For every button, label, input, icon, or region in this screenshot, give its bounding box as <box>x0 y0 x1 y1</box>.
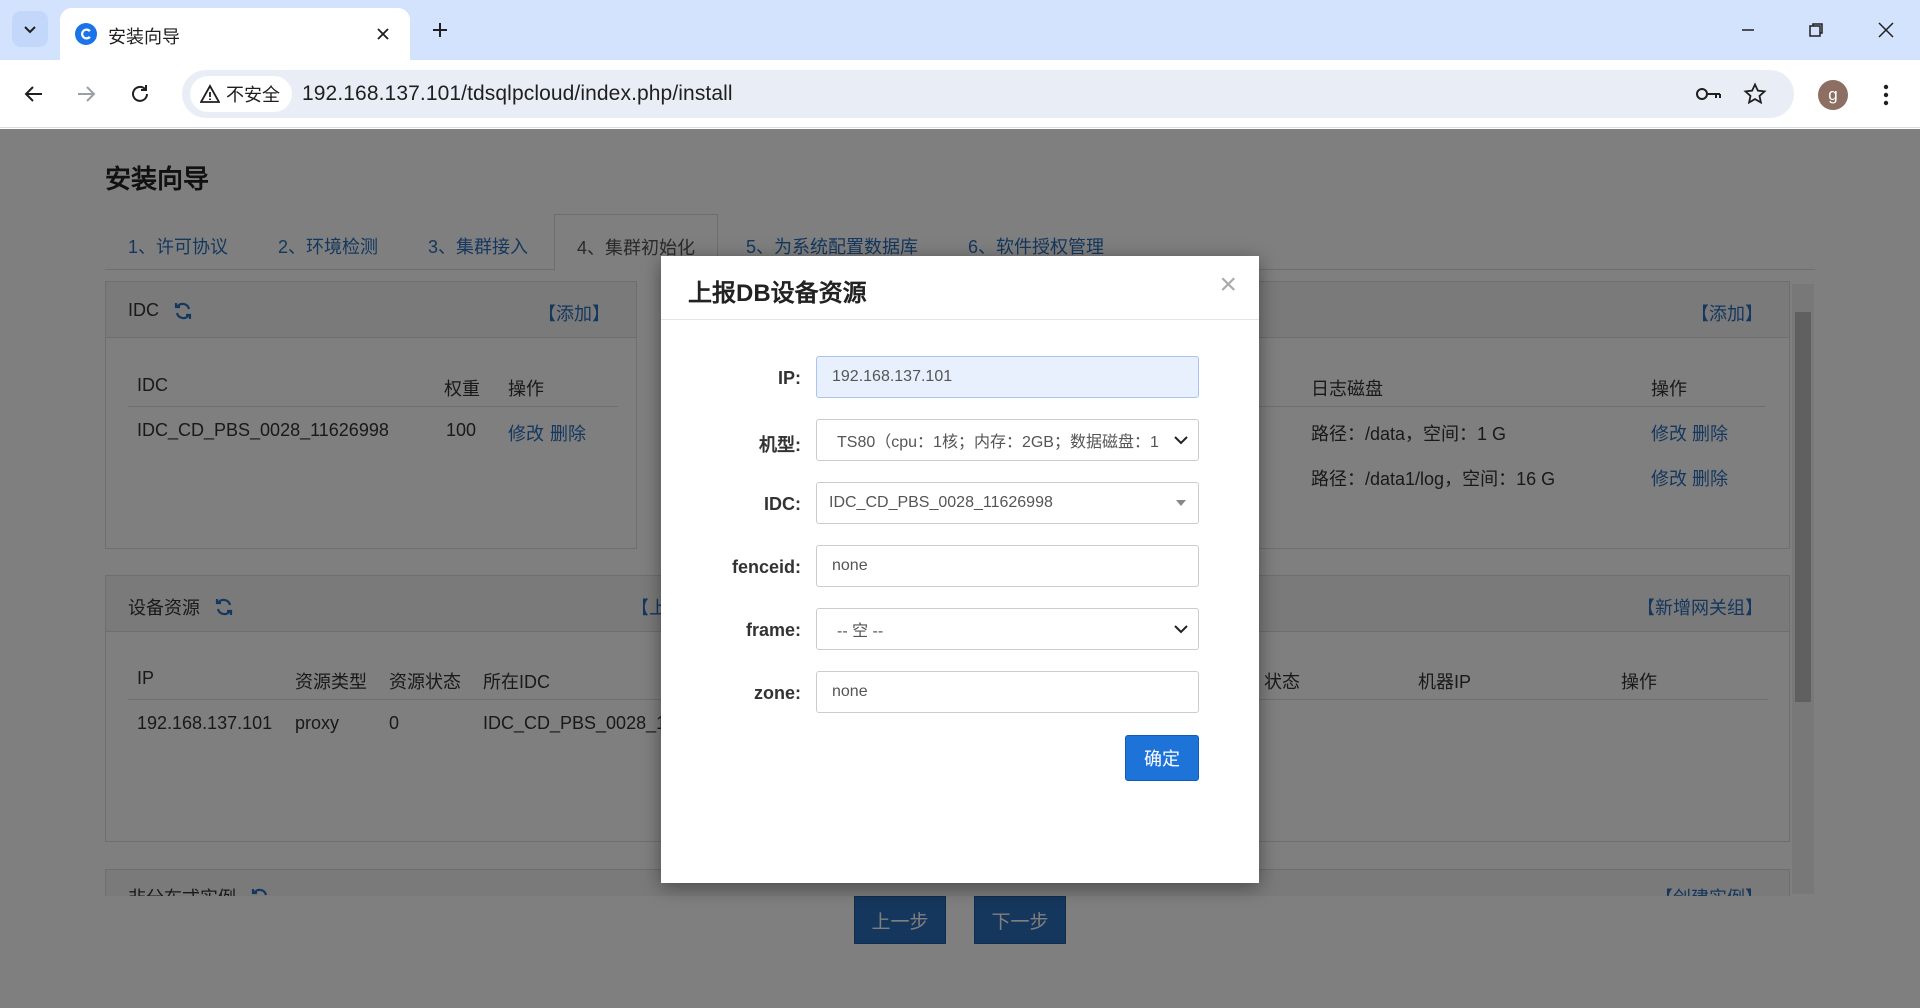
star-icon <box>1743 82 1767 105</box>
password-key-button[interactable] <box>1692 78 1726 110</box>
profile-avatar[interactable]: g <box>1818 80 1848 110</box>
frame-select-value: -- 空 -- <box>837 623 884 640</box>
key-icon <box>1696 88 1721 100</box>
browser-tabstrip: 安装向导 <box>0 0 1920 60</box>
zone-input[interactable]: none <box>816 671 1199 713</box>
fenceid-input-value: none <box>832 557 868 574</box>
frame-select[interactable]: -- 空 -- <box>816 608 1199 650</box>
reload-button[interactable] <box>120 74 160 114</box>
close-icon <box>1878 22 1894 38</box>
restore-icon <box>1809 23 1823 37</box>
fenceid-label: fenceid: <box>731 557 801 577</box>
security-label: 不安全 <box>226 85 280 105</box>
address-bar[interactable]: 不安全 192.168.137.101/tdsqlpcloud/index.ph… <box>182 70 1794 118</box>
forward-button[interactable] <box>66 74 106 114</box>
ip-input[interactable]: 192.168.137.101 <box>816 356 1199 398</box>
zone-label: zone: <box>754 683 801 703</box>
idc-select-value: IDC_CD_PBS_0028_11626998 <box>829 494 1053 511</box>
report-db-device-modal: 上报DB设备资源 × IP: 192.168.137.101 机型: TS80（… <box>661 256 1259 883</box>
back-button[interactable] <box>14 74 54 114</box>
confirm-button[interactable]: 确定 <box>1125 735 1199 781</box>
browser-toolbar: 不安全 192.168.137.101/tdsqlpcloud/index.ph… <box>0 60 1920 128</box>
bookmark-button[interactable] <box>1738 78 1772 110</box>
model-select[interactable]: TS80（cpu：1核；内存：2GB；数据磁盘：1 <box>816 419 1199 461</box>
frame-label: frame: <box>745 620 801 640</box>
new-tab-button[interactable] <box>424 14 456 46</box>
modal-header: 上报DB设备资源 × <box>661 256 1259 320</box>
arrow-right-icon <box>78 86 96 102</box>
tab-title: 安装向导 <box>108 27 180 47</box>
tab-search-button[interactable] <box>12 11 48 47</box>
triangle-down-icon <box>1170 492 1192 514</box>
reload-icon <box>132 85 148 102</box>
tab-close-button[interactable] <box>370 21 396 47</box>
arrow-left-icon <box>24 86 42 102</box>
plus-icon <box>433 23 447 37</box>
modal-close-button[interactable]: × <box>1219 270 1237 300</box>
minimize-button[interactable] <box>1724 10 1772 50</box>
minimize-icon <box>1742 29 1754 31</box>
window-close-button[interactable] <box>1862 10 1910 50</box>
fenceid-input[interactable]: none <box>816 545 1199 587</box>
chevron-down-icon <box>1170 618 1192 640</box>
zone-input-value: none <box>832 683 868 700</box>
modal-title: 上报DB设备资源 <box>688 280 867 307</box>
model-select-value: TS80（cpu：1核；内存：2GB；数据磁盘：1 <box>837 434 1159 451</box>
chevron-down-icon <box>24 26 36 34</box>
close-icon <box>377 28 389 40</box>
browser-menu-button[interactable] <box>1870 77 1902 113</box>
idc-select[interactable]: IDC_CD_PBS_0028_11626998 <box>816 482 1199 524</box>
model-label: 机型: <box>759 435 801 455</box>
browser-tab-active[interactable]: 安装向导 <box>60 8 410 60</box>
more-vert-icon <box>1883 84 1889 106</box>
security-indicator[interactable]: 不安全 <box>190 76 292 112</box>
site-favicon-icon <box>75 23 97 45</box>
url-text[interactable]: 192.168.137.101/tdsqlpcloud/index.php/in… <box>302 82 733 106</box>
warning-icon <box>200 84 220 103</box>
idc-label: IDC: <box>764 494 801 514</box>
ip-label: IP: <box>777 368 801 388</box>
restore-button[interactable] <box>1792 10 1840 50</box>
chevron-down-icon <box>1170 429 1192 451</box>
ip-input-value: 192.168.137.101 <box>832 368 953 385</box>
